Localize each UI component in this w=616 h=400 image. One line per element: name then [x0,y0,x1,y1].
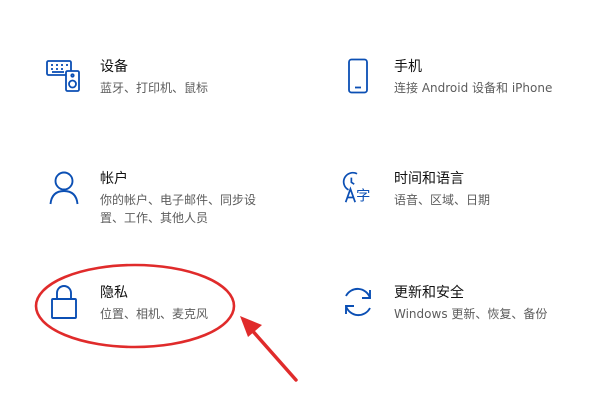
settings-tile-accounts[interactable]: 帐户 你的帐户、电子邮件、同步设 置、工作、其他人员 [46,168,256,227]
tile-description-line: 连接 Android 设备和 iPhone [394,81,553,95]
tile-description: 连接 Android 设备和 iPhone [394,79,552,97]
tile-description: 语音、区域、日期 [394,191,490,209]
tile-description-line: Windows 更新、恢复、备份 [394,307,548,321]
tile-title: 隐私 [100,285,128,301]
settings-tile-time-language[interactable]: 字 时间和语言 语音、区域、日期 [340,168,490,209]
tile-description-line: 语音、区域、日期 [394,193,491,207]
tile-description-line: 置、工作、其他人员 [100,211,209,225]
tile-description: Windows 更新、恢复、备份 [394,305,547,323]
tile-title: 手机 [394,59,422,75]
sync-arrows-icon [340,282,376,322]
tile-description-line: 位置、相机、麦克风 [100,307,209,321]
tile-description-line: 你的帐户、电子邮件、同步设 [100,193,257,207]
tile-description-line: 蓝牙、打印机、鼠标 [100,81,209,95]
tile-description: 你的帐户、电子邮件、同步设 置、工作、其他人员 [100,191,256,227]
tile-title: 时间和语言 [394,171,464,187]
settings-tile-devices[interactable]: 设备 蓝牙、打印机、鼠标 [46,56,208,97]
lock-icon [46,282,82,322]
tile-title: 帐户 [100,171,128,187]
tile-title: 设备 [100,59,128,75]
tile-description: 位置、相机、麦克风 [100,305,208,323]
settings-tile-phone[interactable]: 手机 连接 Android 设备和 iPhone [340,56,552,97]
settings-tile-privacy[interactable]: 隐私 位置、相机、麦克风 [46,282,208,323]
time-language-icon: 字 [340,168,376,208]
phone-icon [340,56,376,96]
svg-text:字: 字 [356,187,370,204]
tile-title: 更新和安全 [394,285,464,301]
tile-description: 蓝牙、打印机、鼠标 [100,79,208,97]
person-icon [46,168,82,208]
devices-keyboard-speaker-icon [46,56,82,96]
annotation-arrow [240,316,298,382]
settings-tile-update-security[interactable]: 更新和安全 Windows 更新、恢复、备份 [340,282,547,323]
